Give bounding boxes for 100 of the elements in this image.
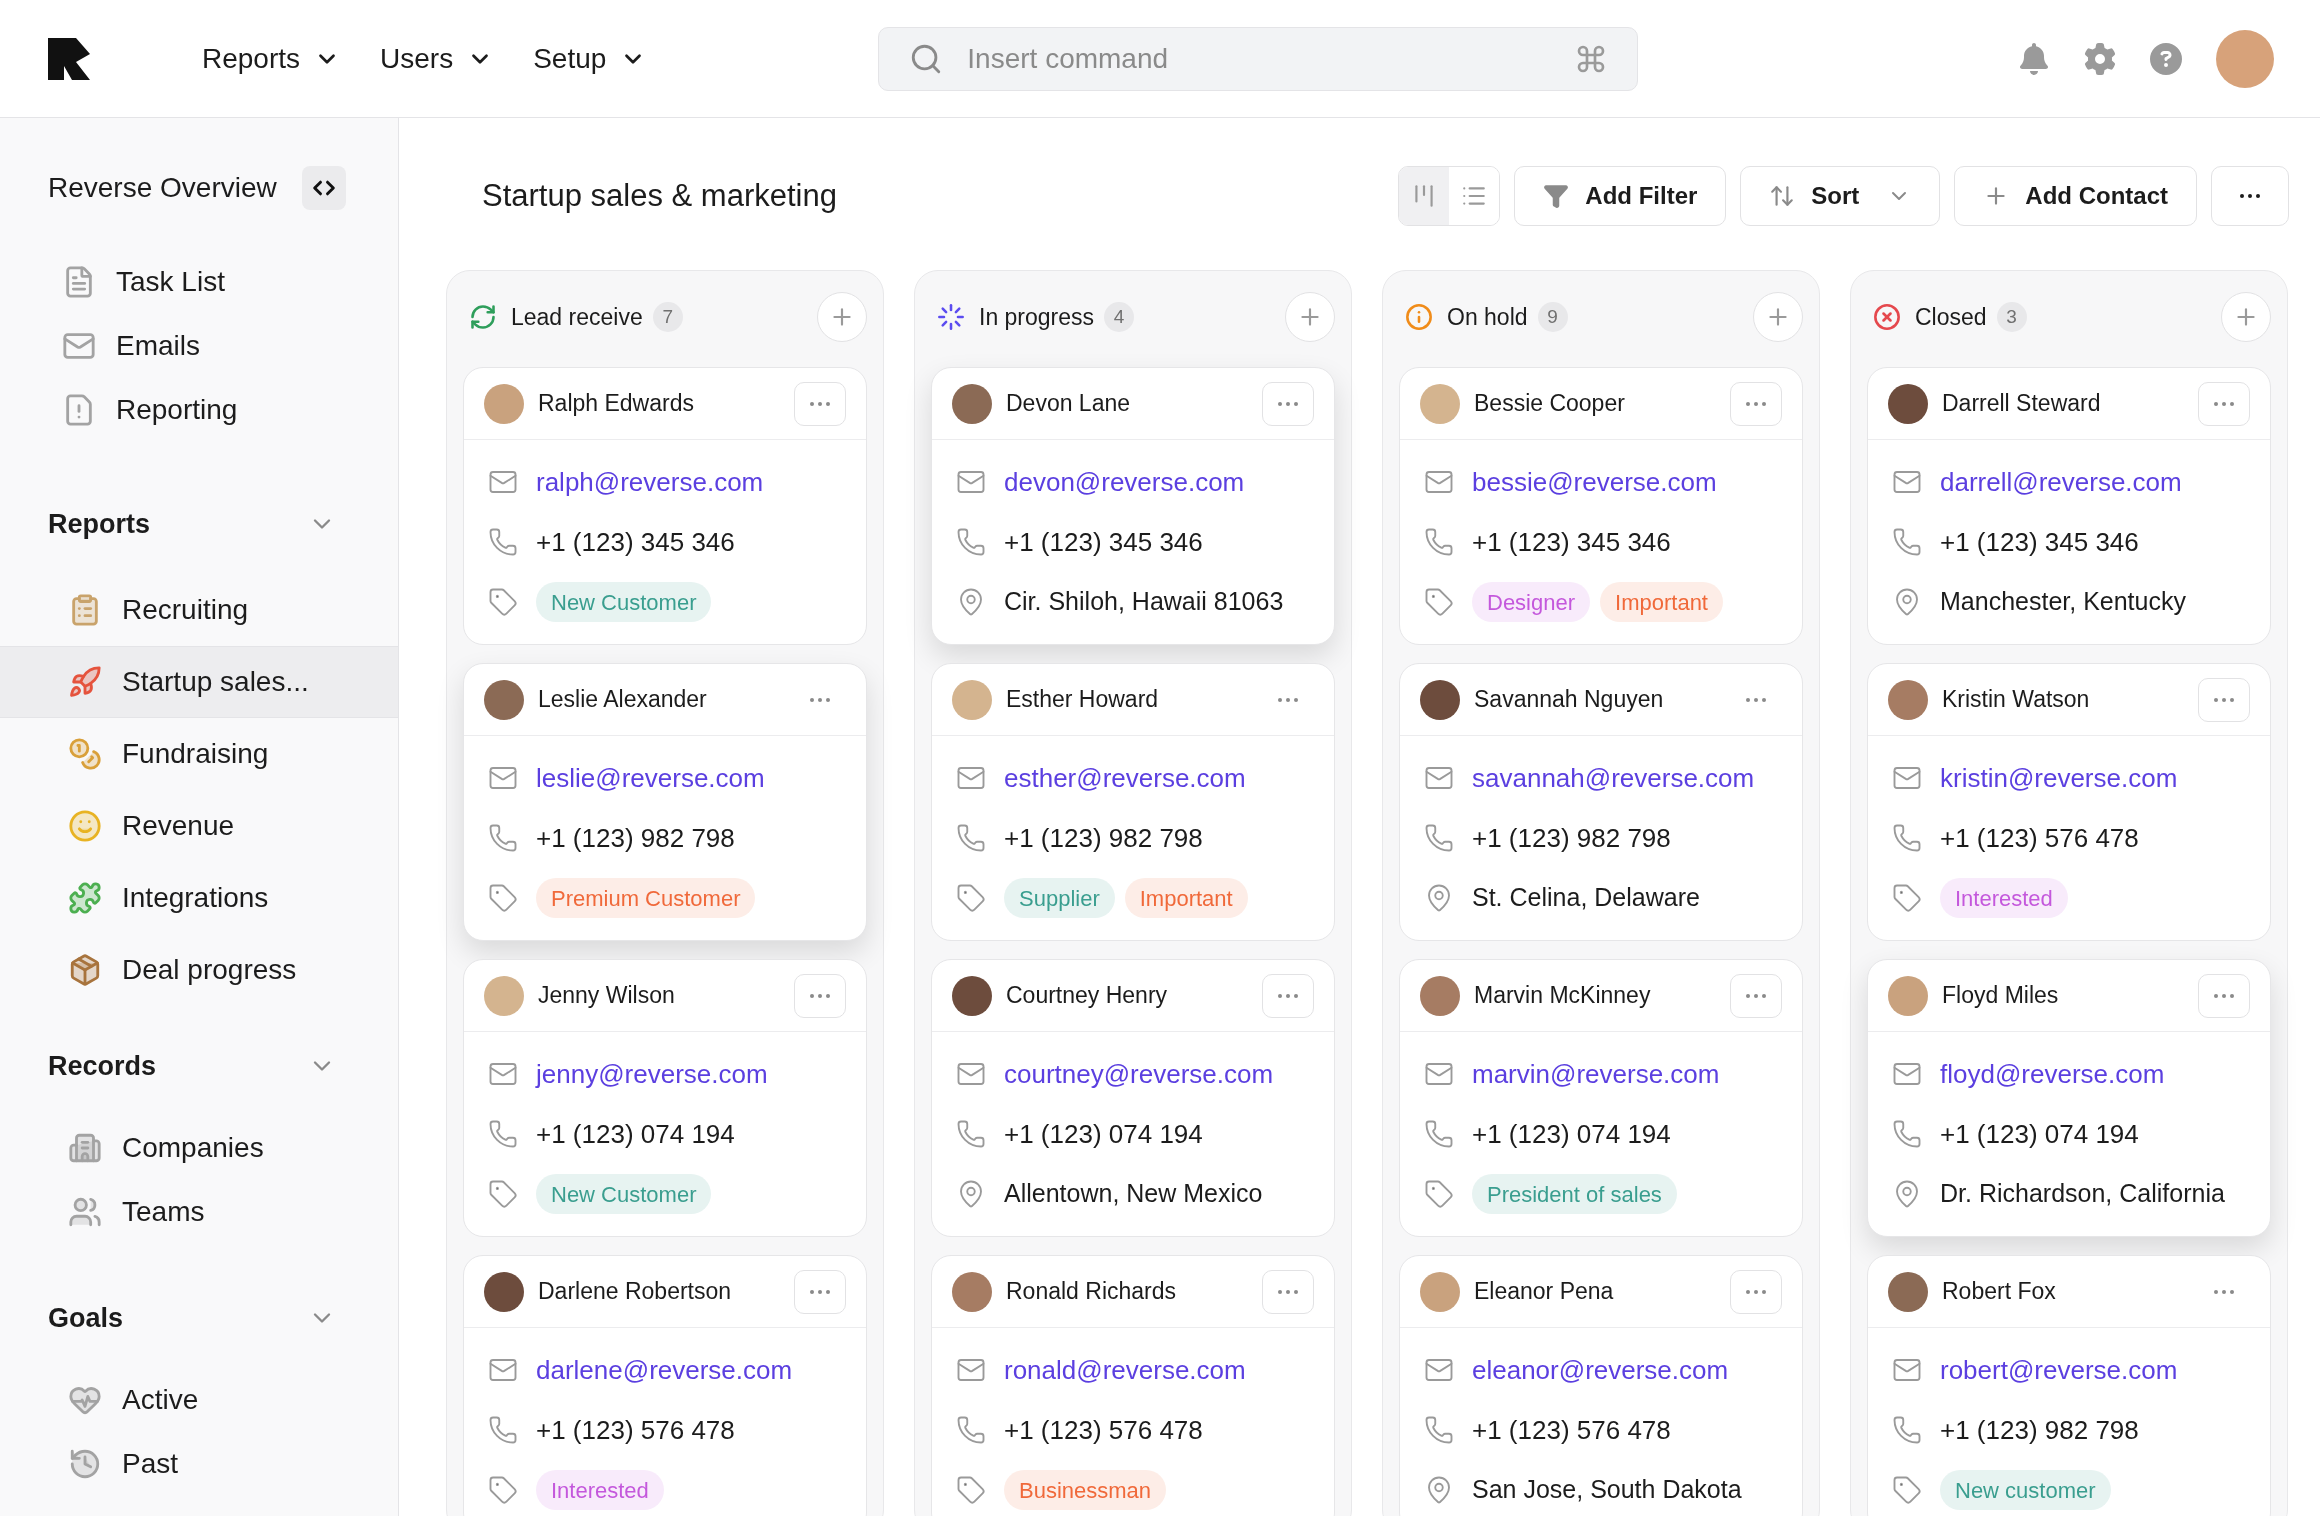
more-button[interactable] — [1262, 973, 1314, 1018]
toolbar-button[interactable]: Add Filter — [1514, 166, 1727, 226]
location-text: Allentown, New Mexico — [1004, 1178, 1263, 1210]
more-button[interactable] — [2198, 677, 2250, 722]
search-input[interactable]: Insert command — [967, 37, 1552, 80]
contact-card[interactable]: Eleanor Pena eleanor@reverse.com +1 (123) 576 478 San Jose, South Dakota — [1399, 1255, 1803, 1516]
contact-card[interactable]: Darlene Robertson darlene@reverse.com +1 (123) 576 478 Interested — [463, 1255, 867, 1516]
phone-number: +1 (123) 074 194 — [536, 1117, 735, 1151]
tag-icon — [1424, 587, 1454, 617]
email-link[interactable]: ronald@reverse.com — [1004, 1350, 1246, 1390]
email-link[interactable]: leslie@reverse.com — [536, 758, 765, 798]
more-button[interactable] — [1730, 1269, 1782, 1314]
board-view-tab[interactable] — [1399, 167, 1450, 225]
sidebar-item[interactable]: Fundraising — [0, 718, 398, 790]
contact-card[interactable]: Devon Lane devon@reverse.com +1 (123) 345 346 Cir. Shiloh, Hawaii 81063 — [931, 367, 1335, 645]
avatar — [1888, 1271, 1928, 1312]
nav-menu[interactable]: Users — [380, 37, 494, 80]
contact-card[interactable]: Esther Howard esther@reverse.com +1 (123) 982 798 Supplier Important — [931, 663, 1335, 941]
users-icon — [68, 1195, 102, 1229]
phone-icon — [488, 1415, 518, 1445]
notification-icon[interactable] — [2018, 42, 2050, 75]
contact-card[interactable]: Marvin McKinney marvin@reverse.com +1 (123) 074 194 President of sales — [1399, 959, 1803, 1237]
phone-number: +1 (123) 982 798 — [1940, 1413, 2139, 1447]
contact-card[interactable]: Leslie Alexander leslie@reverse.com +1 (123) 982 798 Premium Customer — [463, 663, 867, 941]
more-button[interactable] — [1730, 381, 1782, 426]
email-link[interactable]: robert@reverse.com — [1940, 1350, 2178, 1390]
more-button[interactable] — [794, 1269, 846, 1314]
contact-name: Courtney Henry — [1006, 981, 1169, 1011]
phone-icon — [1892, 823, 1922, 853]
add-card-button[interactable] — [817, 292, 867, 342]
sidebar-item[interactable]: Revenue — [0, 790, 398, 862]
more-button[interactable] — [2198, 381, 2250, 426]
more-button[interactable] — [1262, 1269, 1314, 1314]
sidebar-item[interactable]: Task List — [0, 250, 398, 314]
email-link[interactable]: marvin@reverse.com — [1472, 1054, 1720, 1094]
email-link[interactable]: devon@reverse.com — [1004, 462, 1245, 502]
contact-card[interactable]: Jenny Wilson jenny@reverse.com +1 (123) 074 194 New Customer — [463, 959, 867, 1237]
search-field[interactable]: Insert command — [878, 26, 1639, 91]
sidebar-item[interactable]: Recruiting — [0, 574, 398, 646]
email-link[interactable]: esther@reverse.com — [1004, 758, 1246, 798]
contact-card[interactable]: Darrell Steward darrell@reverse.com +1 (123) 345 346 Manchester, Kentucky — [1867, 367, 2271, 645]
email-link[interactable]: ralph@reverse.com — [536, 462, 764, 502]
avatar — [952, 975, 992, 1016]
more-button[interactable] — [1262, 381, 1314, 426]
contact-card[interactable]: Ronald Richards ronald@reverse.com +1 (123) 576 478 Businessman — [931, 1255, 1335, 1516]
add-card-button[interactable] — [1285, 292, 1335, 342]
add-card-button[interactable] — [2221, 292, 2271, 342]
settings-icon[interactable] — [2084, 42, 2116, 75]
contact-card[interactable]: Bessie Cooper bessie@reverse.com +1 (123) 345 346 Designer Important — [1399, 367, 1803, 645]
contact-card[interactable]: Kristin Watson kristin@reverse.com +1 (123) 576 478 Interested — [1867, 663, 2271, 941]
collapse-button[interactable] — [302, 166, 346, 210]
contact-name: Marvin McKinney — [1474, 981, 1652, 1011]
help-icon[interactable] — [2150, 42, 2182, 75]
more-button[interactable] — [1730, 973, 1782, 1018]
phone-number: +1 (123) 345 346 — [1472, 525, 1671, 559]
contact-card[interactable]: Ralph Edwards ralph@reverse.com +1 (123) 345 346 New Customer — [463, 367, 867, 645]
more-button[interactable] — [794, 381, 846, 426]
close-circle-icon — [1873, 303, 1901, 331]
section-header[interactable]: Goals — [0, 1294, 398, 1342]
user-avatar[interactable] — [2216, 29, 2274, 88]
tag-chip: President of sales — [1472, 1174, 1677, 1214]
contact-name: Leslie Alexander — [538, 685, 708, 715]
email-link[interactable]: jenny@reverse.com — [536, 1054, 768, 1094]
email-link[interactable]: eleanor@reverse.com — [1472, 1350, 1729, 1390]
nav-menu[interactable]: Reports — [202, 37, 341, 80]
tag-chip: Designer — [1472, 582, 1591, 622]
nav-menu[interactable]: Setup — [533, 37, 647, 80]
toolbar-button[interactable]: Sort — [1740, 166, 1941, 226]
email-link[interactable]: savannah@reverse.com — [1472, 758, 1755, 798]
sidebar-item[interactable]: Companies — [0, 1116, 398, 1180]
email-link[interactable]: courtney@reverse.com — [1004, 1054, 1274, 1094]
info-icon — [1405, 303, 1433, 331]
contact-card[interactable]: Courtney Henry courtney@reverse.com +1 (123) 074 194 Allentown, New Mexico — [931, 959, 1335, 1237]
contact-name: Devon Lane — [1006, 389, 1132, 419]
contact-card[interactable]: Savannah Nguyen savannah@reverse.com +1 (123) 982 798 St. Celina, Delaware — [1399, 663, 1803, 941]
section-header[interactable]: Records — [0, 1042, 398, 1090]
more-button[interactable] — [2198, 973, 2250, 1018]
email-link[interactable]: darrell@reverse.com — [1940, 462, 2182, 502]
sidebar-item[interactable]: Active — [0, 1368, 398, 1432]
toolbar-button[interactable]: Add Contact — [1954, 166, 2197, 226]
contact-card[interactable]: Floyd Miles floyd@reverse.com +1 (123) 074 194 Dr. Richardson, California — [1867, 959, 2271, 1237]
sidebar-item[interactable]: Reporting — [0, 378, 398, 442]
tag-icon — [488, 883, 518, 913]
more-button[interactable] — [794, 973, 846, 1018]
sidebar-item[interactable]: Integrations — [0, 862, 398, 934]
email-link[interactable]: bessie@reverse.com — [1472, 462, 1717, 502]
add-card-button[interactable] — [1753, 292, 1803, 342]
logo[interactable] — [46, 35, 92, 82]
sidebar-item[interactable]: Teams — [0, 1180, 398, 1244]
sidebar-item[interactable]: Startup sales... — [0, 646, 398, 718]
sidebar-item[interactable]: Emails — [0, 314, 398, 378]
more-button[interactable] — [2211, 166, 2289, 226]
sidebar-item[interactable]: Past — [0, 1432, 398, 1496]
contact-card[interactable]: Robert Fox robert@reverse.com +1 (123) 982 798 New customer — [1867, 1255, 2271, 1516]
email-link[interactable]: floyd@reverse.com — [1940, 1054, 2165, 1094]
location-text: Dr. Richardson, California — [1940, 1178, 2225, 1210]
email-link[interactable]: darlene@reverse.com — [536, 1350, 793, 1390]
section-header[interactable]: Reports — [0, 500, 398, 548]
sidebar-item[interactable]: Deal progress — [0, 934, 398, 1006]
email-link[interactable]: kristin@reverse.com — [1940, 758, 2178, 798]
